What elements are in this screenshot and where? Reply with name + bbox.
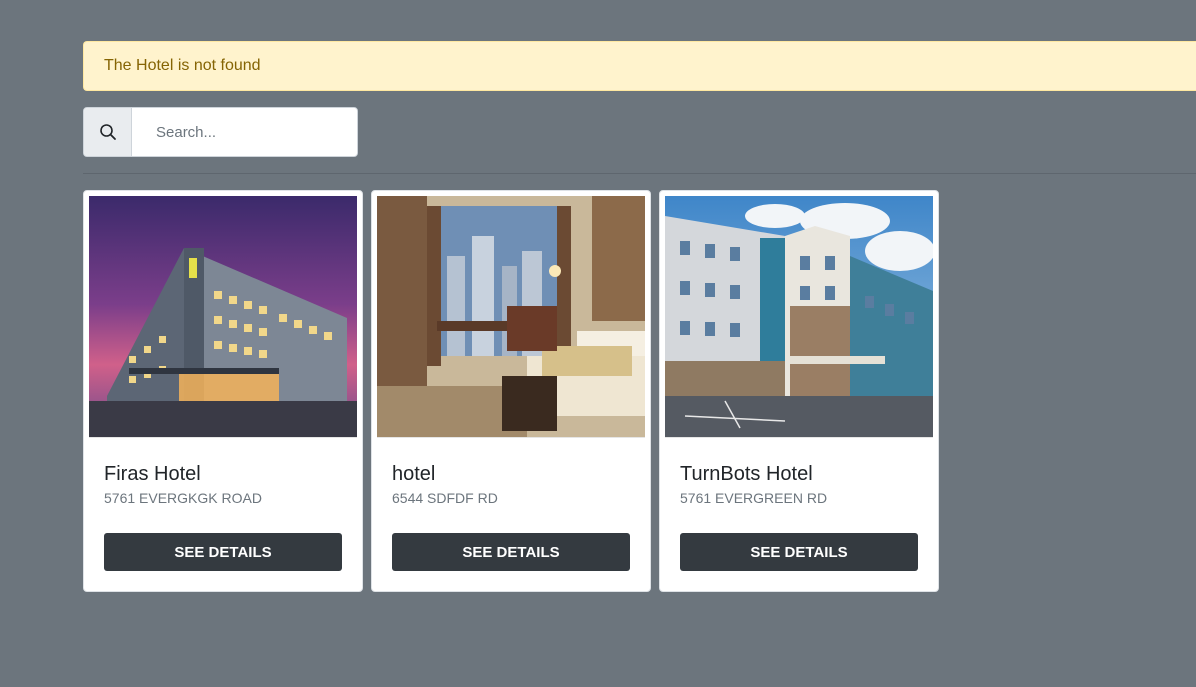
hotel-name: TurnBots Hotel	[680, 463, 813, 485]
hotel-address: 5761 EVERGREEN RD	[680, 490, 828, 506]
not-found-alert: The Hotel is not found	[83, 41, 1196, 91]
search-input[interactable]	[132, 108, 357, 156]
hotel-name: hotel	[392, 463, 436, 485]
search-bar	[83, 107, 358, 157]
divider	[83, 173, 1196, 174]
hotel-card-list: Firas Hotel 5761 EVERGKGK ROAD SEE DETAI…	[83, 190, 939, 592]
see-details-button[interactable]: SEE DETAILS	[104, 533, 342, 571]
hotel-name: Firas Hotel	[104, 463, 201, 485]
hotel-image	[89, 196, 357, 438]
hotel-image	[665, 196, 933, 438]
hotel-card: TurnBots Hotel 5761 EVERGREEN RD SEE DET…	[659, 190, 939, 592]
hotel-card: hotel 6544 SDFDF RD SEE DETAILS	[371, 190, 651, 592]
hotel-address: 5761 EVERGKGK ROAD	[104, 490, 262, 506]
hotel-card: Firas Hotel 5761 EVERGKGK ROAD SEE DETAI…	[83, 190, 363, 592]
search-icon[interactable]	[84, 108, 132, 156]
see-details-button[interactable]: SEE DETAILS	[680, 533, 918, 571]
hotel-image	[377, 196, 645, 438]
see-details-button[interactable]: SEE DETAILS	[392, 533, 630, 571]
hotel-address: 6544 SDFDF RD	[392, 490, 498, 506]
